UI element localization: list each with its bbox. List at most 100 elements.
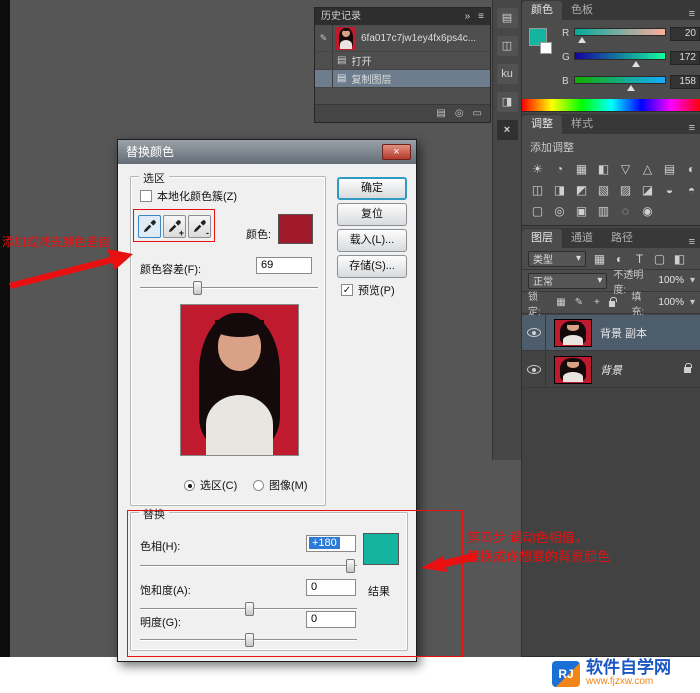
- history-snapshot-row[interactable]: ✎ 6fa017c7jw1ey4fx6ps4c...: [315, 25, 490, 52]
- adjustment-icon[interactable]: ▨: [619, 183, 632, 197]
- fuzziness-slider-thumb[interactable]: [193, 281, 202, 295]
- red-channel-slider[interactable]: [574, 28, 666, 36]
- filter-smart-objects-icon[interactable]: ◧: [673, 252, 686, 266]
- dock-close-icon[interactable]: ×: [497, 120, 518, 140]
- history-brush-column[interactable]: [315, 52, 333, 69]
- opacity-value[interactable]: 100%: [658, 275, 684, 286]
- green-slider-thumb[interactable]: [632, 61, 640, 67]
- fuzziness-slider[interactable]: [140, 280, 318, 296]
- eyedropper-button[interactable]: [138, 215, 161, 238]
- hue-value-field[interactable]: +180: [306, 535, 356, 552]
- dock-kuler-panel-icon[interactable]: ku: [497, 64, 518, 84]
- tab-adjustments[interactable]: 调整: [522, 115, 562, 134]
- hue-slider-thumb[interactable]: [346, 559, 355, 573]
- lightness-slider[interactable]: [140, 632, 357, 648]
- adjustment-icon[interactable]: ◒: [663, 183, 676, 197]
- visibility-cell[interactable]: [522, 315, 546, 350]
- tab-swatches[interactable]: 色板: [562, 1, 602, 20]
- layer-name[interactable]: 背景 副本: [600, 325, 647, 341]
- lock-transparency-icon[interactable]: ▦: [555, 297, 567, 308]
- load-button[interactable]: 载入(L)...: [337, 229, 407, 252]
- blue-channel-slider[interactable]: [574, 76, 666, 84]
- green-value-field[interactable]: 172: [670, 51, 700, 65]
- fuzziness-value-field[interactable]: 69: [256, 257, 312, 274]
- adjustment-icon[interactable]: ▢: [531, 204, 544, 218]
- tab-layers[interactable]: 图层: [522, 229, 562, 248]
- adjustment-icon[interactable]: ▤: [663, 162, 676, 176]
- saturation-slider-thumb[interactable]: [245, 602, 254, 616]
- add-to-sample-eyedropper-button[interactable]: +: [163, 215, 186, 238]
- adjustment-icon[interactable]: ▧: [597, 183, 610, 197]
- layer-filter-kind-dropdown[interactable]: 类型 ▾: [528, 251, 586, 267]
- chevron-down-icon[interactable]: ▾: [690, 297, 695, 308]
- red-slider-thumb[interactable]: [578, 37, 586, 43]
- dock-panel-icon-1[interactable]: ▤: [497, 8, 518, 28]
- lock-all-icon[interactable]: [609, 301, 615, 307]
- adjustment-icon[interactable]: ◨: [553, 183, 566, 197]
- history-brush-column[interactable]: [315, 70, 333, 87]
- adjustment-icon[interactable]: ◪: [641, 183, 654, 197]
- adjustment-icon[interactable]: ◌: [619, 204, 632, 218]
- checkbox-box[interactable]: [140, 190, 152, 202]
- selection-preview-image[interactable]: [180, 304, 299, 456]
- fill-value[interactable]: 100%: [658, 297, 684, 308]
- tab-styles[interactable]: 样式: [562, 115, 602, 134]
- chevron-down-icon[interactable]: ▾: [690, 275, 695, 286]
- localized-color-clusters-checkbox[interactable]: 本地化颜色簇(Z): [140, 188, 237, 204]
- blue-slider-thumb[interactable]: [627, 85, 635, 91]
- panel-collapse-icon[interactable]: »: [465, 8, 471, 25]
- layer-row-background[interactable]: 背景: [522, 352, 700, 388]
- visibility-cell[interactable]: [522, 352, 546, 387]
- filter-shape-layers-icon[interactable]: ▢: [653, 252, 666, 266]
- subtract-from-sample-eyedropper-button[interactable]: -: [188, 215, 211, 238]
- adjustment-icon[interactable]: ◓: [685, 183, 698, 197]
- tab-paths[interactable]: 路径: [602, 229, 642, 248]
- history-step-duplicate-layer[interactable]: ▤ 复制图层: [315, 70, 490, 88]
- lightness-value-field[interactable]: 0: [306, 611, 356, 628]
- filter-type-layers-icon[interactable]: T: [633, 252, 646, 266]
- adjustment-icon[interactable]: ▽: [619, 162, 632, 176]
- panel-menu-icon[interactable]: ≡: [689, 236, 700, 248]
- panel-menu-icon[interactable]: ≡: [478, 8, 484, 25]
- history-brush-source-icon[interactable]: ✎: [315, 25, 333, 51]
- new-document-from-state-icon[interactable]: ▤: [436, 108, 445, 119]
- radio-dot[interactable]: [184, 480, 195, 491]
- layer-thumbnail[interactable]: [554, 319, 592, 347]
- eye-icon[interactable]: [527, 328, 541, 337]
- sampled-color-swatch[interactable]: [278, 214, 313, 244]
- green-channel-slider[interactable]: [574, 52, 666, 60]
- adjustment-icon[interactable]: ▦: [575, 162, 588, 176]
- blend-mode-dropdown[interactable]: 正常 ▾: [528, 273, 607, 289]
- delete-state-icon[interactable]: ▭: [473, 108, 482, 119]
- preview-checkbox[interactable]: ✓ 预览(P): [341, 282, 395, 298]
- hue-slider[interactable]: [140, 558, 357, 574]
- saturation-value-field[interactable]: 0: [306, 579, 356, 596]
- red-value-field[interactable]: 20: [670, 27, 700, 41]
- adjustment-icon[interactable]: ◔: [553, 162, 566, 176]
- layer-thumbnail[interactable]: [554, 356, 592, 384]
- lock-pixels-icon[interactable]: ✎: [573, 297, 585, 308]
- history-step-open[interactable]: ▤ 打开: [315, 52, 490, 70]
- panel-menu-icon[interactable]: ≡: [689, 8, 700, 20]
- color-spectrum-ramp[interactable]: [522, 99, 700, 111]
- adjustment-icon[interactable]: ▣: [575, 204, 588, 218]
- lightness-slider-thumb[interactable]: [245, 633, 254, 647]
- adjustment-icon[interactable]: ▥: [597, 204, 610, 218]
- adjustment-icon[interactable]: △: [641, 162, 654, 176]
- reset-button[interactable]: 复位: [337, 203, 407, 226]
- adjustment-icon[interactable]: ◉: [641, 204, 654, 218]
- layer-name[interactable]: 背景: [600, 362, 622, 378]
- eye-icon[interactable]: [527, 365, 541, 374]
- ok-button[interactable]: 确定: [337, 177, 407, 200]
- layer-row-background-copy[interactable]: 背景 副本: [522, 315, 700, 351]
- dialog-titlebar[interactable]: 替换颜色 ×: [118, 140, 416, 164]
- adjustment-icon[interactable]: ◫: [531, 183, 544, 197]
- panel-menu-icon[interactable]: ≡: [689, 122, 700, 134]
- tab-color[interactable]: 颜色: [522, 1, 562, 20]
- adjustment-icon[interactable]: ◩: [575, 183, 588, 197]
- blue-value-field[interactable]: 158: [670, 75, 700, 89]
- result-color-swatch[interactable]: [363, 533, 399, 565]
- adjustment-icon[interactable]: ◎: [553, 204, 566, 218]
- tab-channels[interactable]: 通道: [562, 229, 602, 248]
- new-snapshot-icon[interactable]: ◎: [455, 108, 464, 119]
